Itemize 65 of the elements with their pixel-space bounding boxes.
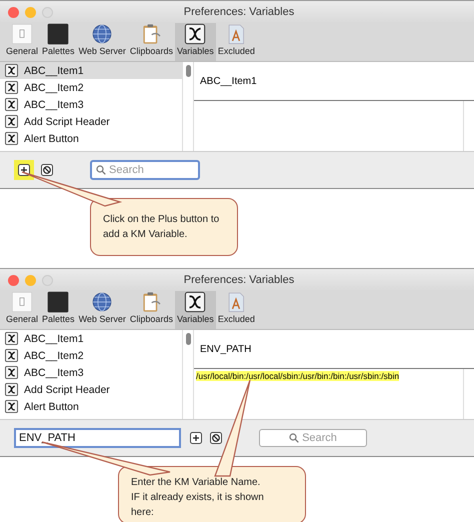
toolbar-tab[interactable]: Excluded	[216, 23, 257, 61]
list-item[interactable]: ABC__Item2	[0, 347, 182, 364]
variable-name: ABC__Item1	[24, 64, 84, 76]
variable-icon	[5, 115, 18, 128]
list-item[interactable]: Alert Button	[0, 398, 182, 415]
toolbar-tab[interactable]: Clipboards	[128, 23, 175, 61]
variable-title: ABC__Item1	[194, 62, 474, 101]
variable-icon	[5, 132, 18, 145]
add-button[interactable]	[14, 160, 34, 180]
list-item[interactable]: ABC__Item3	[0, 96, 182, 113]
variable-name: ABC__Item3	[24, 366, 84, 378]
switch-icon	[11, 291, 34, 313]
variable-name: ABC__Item2	[24, 350, 84, 362]
variable-name: Add Script Header	[24, 116, 110, 128]
list-item[interactable]: ABC__Item1	[0, 330, 182, 347]
search-icon	[289, 433, 300, 443]
remove-button[interactable]	[209, 431, 223, 445]
variable-icon	[184, 23, 206, 45]
variable-name: ABC__Item1	[24, 332, 84, 344]
toolbar-tab[interactable]: Web Server	[76, 23, 128, 61]
list-item[interactable]: Alert Button	[0, 130, 182, 147]
list-item[interactable]: ABC__Item2	[0, 79, 182, 96]
variable-name: Alert Button	[24, 400, 79, 412]
close-button[interactable]	[8, 274, 19, 286]
toolbar-tab[interactable]: Palettes	[40, 23, 77, 61]
list-item[interactable]: ABC__Item1	[0, 62, 182, 79]
toolbar-tab[interactable]: General	[4, 23, 40, 61]
variable-title: ENV_PATH	[194, 330, 474, 369]
list-item[interactable]: ABC__Item3	[0, 364, 182, 381]
variable-icon	[5, 98, 18, 111]
toolbar-tab[interactable]: Clipboards	[128, 291, 175, 329]
switch-icon	[11, 23, 34, 45]
variable-name: ABC__Item2	[24, 82, 84, 94]
toolbar-tab[interactable]: Palettes	[40, 291, 77, 329]
variable-icon	[5, 400, 18, 413]
variable-icon	[184, 291, 206, 313]
name-field[interactable]: ENV_PATH	[14, 428, 181, 448]
variable-value: /usr/local/bin:/usr/local/sbin:/usr/bin:/bin:/usr/sbin:/sbin	[196, 371, 400, 381]
palette-icon	[47, 23, 70, 45]
globe-icon	[91, 23, 114, 45]
variable-icon	[5, 81, 18, 94]
close-button[interactable]	[8, 6, 19, 18]
variable-icon	[5, 349, 18, 362]
variable-icon	[5, 383, 18, 396]
variable-icon	[5, 64, 18, 77]
variable-name: ABC__Item3	[24, 98, 84, 110]
variable-name: Add Script Header	[24, 384, 110, 396]
globe-icon	[91, 291, 114, 313]
window-title: Preferences: Variables	[184, 6, 294, 18]
list-item[interactable]: Add Script Header	[0, 381, 182, 398]
variable-name: Alert Button	[24, 132, 79, 144]
variable-icon	[5, 366, 18, 379]
window-title: Preferences: Variables	[184, 274, 294, 286]
scroll-thumb[interactable]	[186, 65, 190, 77]
scroll-thumb[interactable]	[186, 333, 190, 345]
toolbar-tab[interactable]: General	[4, 291, 40, 329]
palette-icon	[47, 291, 70, 313]
toolbar-tab[interactable]: Web Server	[76, 291, 128, 329]
toolbar-tab[interactable]: Excluded	[216, 291, 257, 329]
search-icon	[96, 165, 106, 175]
add-button[interactable]	[189, 431, 203, 445]
toolbar-tab[interactable]: Variables	[174, 291, 216, 329]
remove-button[interactable]	[40, 163, 54, 177]
toolbar-tab[interactable]: Variables	[174, 23, 216, 61]
list-item[interactable]: Add Script Header	[0, 113, 182, 130]
